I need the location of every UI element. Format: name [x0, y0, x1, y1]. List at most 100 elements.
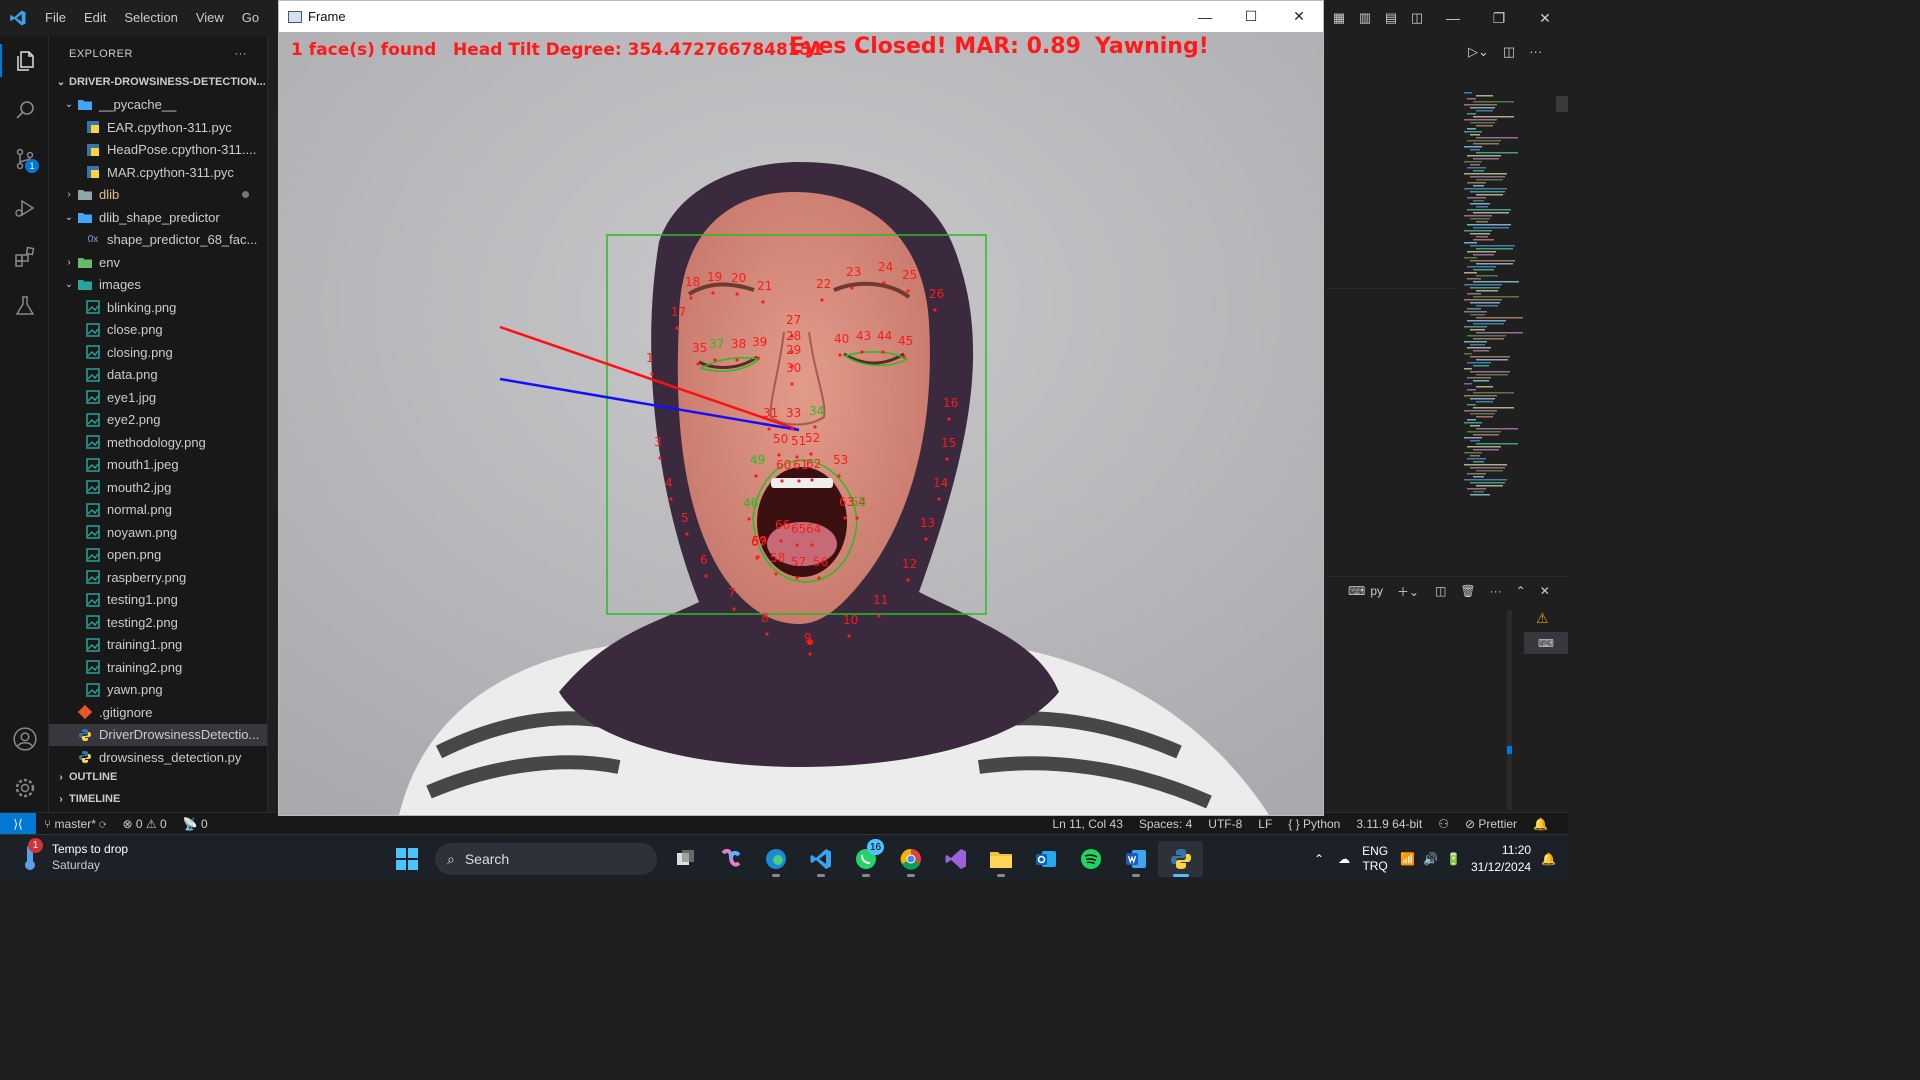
explorer-item[interactable]: HeadPose.cpython-311....: [49, 139, 267, 162]
menu-item[interactable]: Edit: [75, 0, 115, 36]
new-terminal-icon[interactable]: ＋⌄: [1397, 583, 1419, 600]
volume-icon[interactable]: 🔊: [1423, 852, 1438, 866]
end-of-line[interactable]: LF: [1250, 817, 1280, 831]
minimize-icon[interactable]: —: [1430, 0, 1476, 36]
warning-icon[interactable]: ⚠: [1536, 610, 1549, 627]
terminal-instance-icon[interactable]: ⌨: [1524, 632, 1568, 654]
explorer-item[interactable]: raspberry.png: [49, 566, 267, 589]
chrome-icon[interactable]: [888, 841, 933, 877]
maximize-panel-icon[interactable]: ⌃: [1516, 584, 1526, 598]
explorer-item[interactable]: MAR.cpython-311.pyc: [49, 161, 267, 184]
prettier-status[interactable]: ⊘ Prettier: [1457, 817, 1525, 831]
menu-item[interactable]: File: [36, 0, 75, 36]
tray-overflow-chevron-icon[interactable]: ⌃: [1314, 852, 1324, 866]
outline-section[interactable]: › OUTLINE: [49, 766, 268, 789]
spotify-icon[interactable]: [1068, 841, 1113, 877]
file-explorer-icon[interactable]: [978, 841, 1023, 877]
explorer-item[interactable]: yawn.png: [49, 679, 267, 702]
terminal-tab[interactable]: ⌨ py: [1348, 584, 1383, 598]
accounts-icon[interactable]: [0, 714, 49, 763]
weather-widget[interactable]: 1 Temps to drop Saturday: [18, 838, 128, 873]
copilot-icon[interactable]: ⚇: [1430, 817, 1457, 831]
explorer-item[interactable]: training2.png: [49, 656, 267, 679]
minimap-scrollbar[interactable]: [1556, 96, 1568, 112]
close-icon[interactable]: ✕: [1522, 0, 1568, 36]
explorer-item[interactable]: noyawn.png: [49, 521, 267, 544]
outlook-icon[interactable]: [1023, 841, 1068, 877]
explorer-item[interactable]: close.png: [49, 319, 267, 342]
editor-more-icon[interactable]: ···: [1529, 44, 1542, 60]
cursor-position[interactable]: Ln 11, Col 43: [1044, 817, 1131, 831]
explorer-item[interactable]: › env: [49, 251, 267, 274]
explorer-item[interactable]: mouth1.jpeg: [49, 454, 267, 477]
explorer-item[interactable]: › dlib: [49, 184, 267, 207]
notification-bell-icon[interactable]: 🔔: [1541, 852, 1556, 866]
explorer-item[interactable]: testing2.png: [49, 611, 267, 634]
copilot-app-icon[interactable]: [708, 841, 753, 877]
close-panel-icon[interactable]: ✕: [1540, 584, 1550, 598]
explorer-item[interactable]: ⌄ __pycache__: [49, 94, 267, 117]
run-file-icon[interactable]: ▷⌄: [1468, 44, 1489, 60]
task-view-icon[interactable]: [663, 841, 708, 877]
layout-customize-icon[interactable]: ▦: [1326, 0, 1352, 36]
explorer-item[interactable]: data.png: [49, 364, 267, 387]
manage-gear-icon[interactable]: [0, 763, 49, 812]
explorer-item[interactable]: mouth2.jpg: [49, 476, 267, 499]
explorer-item[interactable]: DriverDrowsinessDetectio...: [49, 723, 267, 746]
search-icon[interactable]: [0, 85, 49, 134]
battery-icon[interactable]: 🔋: [1446, 852, 1461, 866]
frame-minimize-icon[interactable]: —: [1181, 1, 1229, 32]
notifications-bell-icon[interactable]: 🔔: [1525, 817, 1556, 831]
python-interpreter[interactable]: 3.11.9 64-bit: [1348, 817, 1430, 831]
menu-item[interactable]: Go: [233, 0, 268, 36]
terminal-scrollbar[interactable]: [1507, 610, 1512, 810]
testing-flask-icon[interactable]: [0, 281, 49, 330]
wifi-icon[interactable]: 📶: [1400, 852, 1415, 866]
panel-more-icon[interactable]: ···: [1490, 584, 1502, 598]
explorer-item[interactable]: eye1.jpg: [49, 386, 267, 409]
explorer-item[interactable]: ⌄ dlib_shape_predictor: [49, 206, 267, 229]
start-windows-icon[interactable]: [384, 841, 429, 877]
explorer-item[interactable]: blinking.png: [49, 296, 267, 319]
remote-icon[interactable]: ⟩⟨: [0, 812, 36, 835]
problems-indicator[interactable]: ⊗ 0 ⚠ 0: [114, 817, 174, 831]
onedrive-icon[interactable]: ☁: [1338, 852, 1350, 866]
frame-titlebar[interactable]: Frame — ☐ ✕: [279, 1, 1323, 32]
extensions-icon[interactable]: [0, 232, 49, 281]
encoding[interactable]: UTF-8: [1200, 817, 1250, 831]
explorer-item[interactable]: open.png: [49, 544, 267, 567]
language-indicator[interactable]: ENG TRQ: [1362, 844, 1388, 874]
branch-indicator[interactable]: ⑂ master* ⟳: [36, 817, 114, 831]
explorer-icon[interactable]: [0, 36, 49, 85]
explorer-item[interactable]: .gitignore: [49, 701, 267, 724]
split-editor-icon[interactable]: ◫: [1503, 44, 1515, 60]
toggle-secondary-sidebar-icon[interactable]: ◫: [1404, 0, 1430, 36]
whatsapp-icon[interactable]: 16: [843, 839, 888, 877]
edge-browser-icon[interactable]: [753, 841, 798, 877]
explorer-item[interactable]: training1.png: [49, 634, 267, 657]
explorer-item[interactable]: normal.png: [49, 499, 267, 522]
explorer-more-icon[interactable]: ···: [235, 48, 248, 60]
timeline-section[interactable]: › TIMELINE: [49, 788, 268, 811]
explorer-item[interactable]: eye2.png: [49, 409, 267, 432]
toggle-panel-icon[interactable]: ▤: [1378, 0, 1404, 36]
word-icon[interactable]: [1113, 841, 1158, 877]
workspace-root[interactable]: ⌄ DRIVER-DROWSINESS-DETECTION...: [49, 71, 267, 94]
visual-studio-icon[interactable]: [933, 841, 978, 877]
run-debug-icon[interactable]: [0, 183, 49, 232]
indentation[interactable]: Spaces: 4: [1131, 817, 1200, 831]
ports-indicator[interactable]: 📡 0: [175, 817, 216, 831]
menu-item[interactable]: Selection: [115, 0, 186, 36]
toggle-sidebar-icon[interactable]: ▥: [1352, 0, 1378, 36]
restore-icon[interactable]: ❐: [1476, 0, 1522, 36]
explorer-item[interactable]: ⌄ images: [49, 274, 267, 297]
menu-item[interactable]: View: [187, 0, 233, 36]
explorer-item[interactable]: closing.png: [49, 341, 267, 364]
source-control-icon[interactable]: 1: [0, 134, 49, 183]
language-mode[interactable]: { } Python: [1280, 817, 1348, 831]
explorer-item[interactable]: EAR.cpython-311.pyc: [49, 116, 267, 139]
clock[interactable]: 11:20 31/12/2024: [1471, 842, 1531, 876]
python-app-icon[interactable]: [1158, 841, 1203, 877]
explorer-item[interactable]: methodology.png: [49, 431, 267, 454]
split-terminal-icon[interactable]: ◫: [1435, 584, 1446, 598]
